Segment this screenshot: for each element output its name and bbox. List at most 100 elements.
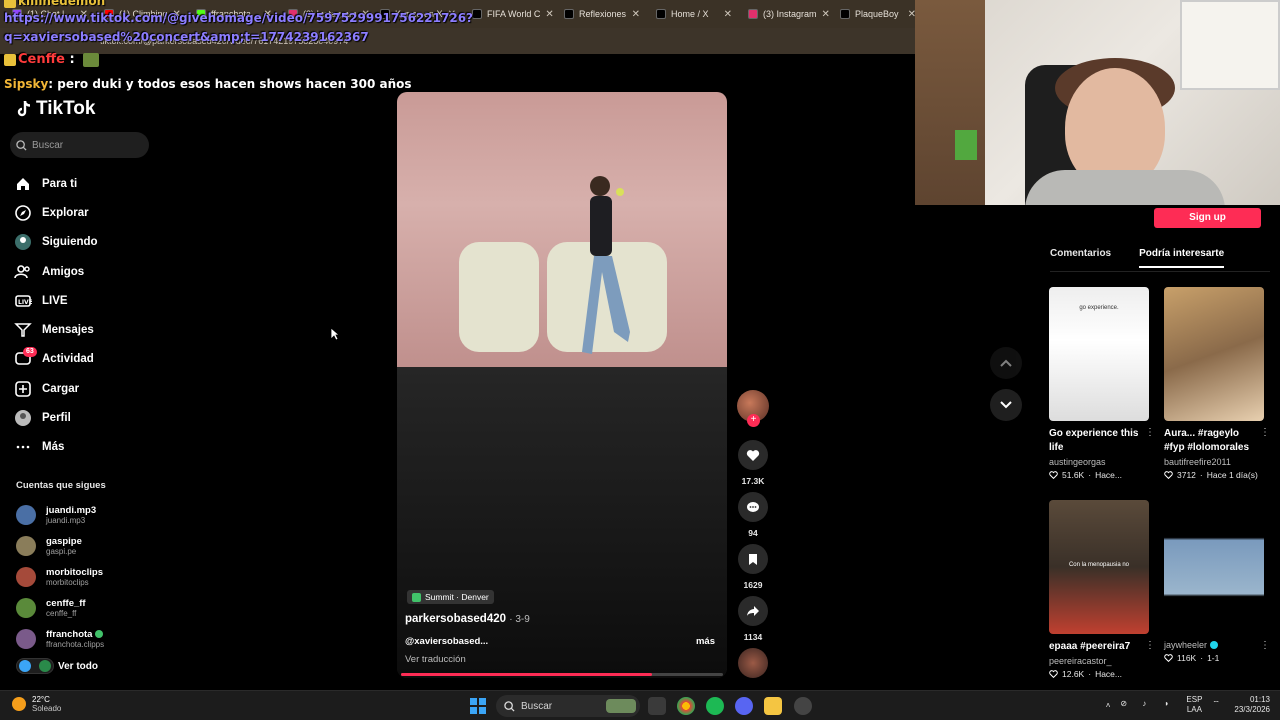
tab-label: PlaqueBoy xyxy=(855,9,899,19)
nav-item-amigos[interactable]: Amigos xyxy=(14,257,98,286)
close-icon[interactable]: ✕ xyxy=(632,9,640,20)
video-progress-bar[interactable] xyxy=(401,673,723,676)
nav-item-más[interactable]: Más xyxy=(14,433,98,462)
browser-tab[interactable]: (3) Instagram ✕ xyxy=(740,1,832,27)
following-account[interactable]: gaspipe gaspi.pe xyxy=(16,531,104,562)
location-tag[interactable]: Summit · Denver xyxy=(407,590,494,604)
browser-tab[interactable]: (1) Chat | ... ✕ xyxy=(4,1,96,27)
chevron-up-icon[interactable]: ˄ xyxy=(1106,701,1111,710)
video-author[interactable]: parkersobased420 · 3-9 xyxy=(405,613,530,625)
nav-item-actividad[interactable]: Actividad 63 xyxy=(14,345,98,374)
language-indicator[interactable]: ESP LAA xyxy=(1186,695,1202,715)
sun-icon xyxy=(12,697,26,711)
taskbar-search[interactable]: Buscar xyxy=(496,695,640,717)
save-action[interactable]: 1629 xyxy=(737,544,769,590)
nav-item-explorar[interactable]: Explorar xyxy=(14,198,98,227)
close-icon[interactable]: ✕ xyxy=(724,9,732,20)
following-account[interactable]: morbitoclips morbitoclips xyxy=(16,562,104,593)
music-disc[interactable] xyxy=(737,648,769,678)
share-icon xyxy=(747,606,759,616)
nav-item-para-ti[interactable]: Para ti xyxy=(14,169,98,198)
spotify-icon[interactable] xyxy=(706,697,724,715)
more-options-icon[interactable]: ⋮ xyxy=(1260,427,1270,438)
nav-item-live[interactable]: LIVE LIVE xyxy=(14,286,98,315)
nav-item-mensajes[interactable]: Mensajes xyxy=(14,315,98,344)
card-time: 1-1 xyxy=(1207,653,1220,663)
suggested-video-card[interactable]: Con la menopausia no epaaa #peereira7 ⋮ … xyxy=(1049,500,1155,679)
close-icon[interactable]: ✕ xyxy=(822,9,830,20)
clock[interactable]: 01:13 23/3/2026 xyxy=(1234,695,1270,715)
suggested-video-card[interactable]: go experience. Go experience this life ⋮… xyxy=(1049,287,1155,480)
like-action[interactable]: 17.3K xyxy=(737,440,769,486)
nav-label: Actividad xyxy=(42,353,94,366)
browser-tab[interactable]: (1) Climbing ✕ xyxy=(96,1,188,27)
tab-label: Home / X xyxy=(671,9,709,19)
task-view-icon[interactable] xyxy=(648,697,666,715)
see-all-label: Ver todo xyxy=(58,660,99,672)
location-text: Summit · Denver xyxy=(425,592,489,602)
following-account[interactable]: ffranchota ffranchota.clipps xyxy=(16,623,104,654)
close-icon[interactable]: ✕ xyxy=(80,9,88,20)
next-video-button[interactable] xyxy=(990,389,1022,421)
share-action[interactable]: 1134 xyxy=(737,596,769,642)
browser-tab[interactable]: FIFA World C ✕ xyxy=(464,1,556,27)
nav-item-siguiendo[interactable]: Siguiendo xyxy=(14,228,98,257)
tab-suggestions[interactable]: Podría interesarte xyxy=(1139,248,1225,268)
chrome-icon[interactable] xyxy=(677,697,695,715)
suggested-video-card[interactable]: ⋮ jaywheeler 116K · 1-1 xyxy=(1164,500,1270,663)
right-tabs: Comentarios Podría interesarte xyxy=(1050,248,1270,268)
mic-icon[interactable]: ♪ xyxy=(1142,699,1154,711)
clock-date: 23/3/2026 xyxy=(1234,705,1270,714)
app-icon[interactable] xyxy=(794,697,812,715)
translate-link[interactable]: Ver traducción xyxy=(405,654,466,665)
tab-favicon-icon xyxy=(196,9,206,19)
more-options-icon[interactable]: ⋮ xyxy=(1260,640,1270,651)
file-explorer-icon[interactable] xyxy=(764,697,782,715)
close-icon[interactable]: ✕ xyxy=(545,9,553,20)
browser-tab[interactable]: PlaqueBoy ✕ xyxy=(832,1,924,27)
close-icon[interactable]: ✕ xyxy=(362,9,370,20)
more-options-icon[interactable]: ⋮ xyxy=(1145,640,1155,651)
follow-plus-icon[interactable]: + xyxy=(747,414,760,427)
nav-item-cargar[interactable]: Cargar xyxy=(14,374,98,403)
close-icon[interactable]: ✕ xyxy=(264,9,272,20)
search-input[interactable]: Buscar xyxy=(10,132,149,158)
following-account[interactable]: cenffe_ff cenffe_ff xyxy=(16,592,104,623)
comment-icon xyxy=(747,501,759,512)
browser-tab[interactable]: Home / X ✕ xyxy=(648,1,740,27)
network-icon[interactable]: ⊘ xyxy=(1120,699,1132,711)
browser-tab[interactable]: Reflexiones ✕ xyxy=(556,1,648,27)
following-account[interactable]: juandi.mp3 juandi.mp3 xyxy=(16,500,104,531)
tab-comments[interactable]: Comentarios xyxy=(1050,248,1111,268)
suggested-video-card[interactable]: Aura... #rageylo #fyp #lolomorales ⋮ bau… xyxy=(1164,287,1270,480)
tiktok-logo[interactable]: TikTok xyxy=(16,98,95,120)
tab-label: (1) Chat | ... xyxy=(27,9,75,19)
more-link[interactable]: más xyxy=(696,636,715,647)
backdrop-graphic xyxy=(459,242,539,352)
signup-button[interactable]: Sign up xyxy=(1154,208,1261,228)
browser-tab[interactable]: Kurrco on X ✕ xyxy=(372,1,464,27)
see-all-link[interactable]: Ver todo xyxy=(16,658,98,674)
following-list: juandi.mp3 juandi.mp3 gaspipe gaspi.pe morbi… xyxy=(16,500,104,654)
heart-outline-icon xyxy=(1164,471,1173,479)
browser-tab[interactable]: ffranchota ✕ xyxy=(188,1,280,27)
card-likes: 51.6K xyxy=(1062,470,1085,480)
previous-video-button[interactable] xyxy=(990,347,1022,379)
wifi-icon[interactable]: ⌔ xyxy=(1212,699,1224,711)
close-icon[interactable]: ✕ xyxy=(173,9,181,20)
volume-icon[interactable]: ◗ xyxy=(1164,699,1176,711)
close-icon[interactable]: ✕ xyxy=(448,9,456,20)
nav-item-perfil[interactable]: Perfil xyxy=(14,403,98,432)
video-player[interactable]: Summit · Denver parkersobased420 · 3-9 @… xyxy=(397,92,727,678)
tiktok-sidebar: TikTok Buscar Para ti Explorar Siguiendo Am… xyxy=(0,96,165,690)
nav-label: Mensajes xyxy=(42,324,94,337)
comment-action[interactable]: 94 xyxy=(737,492,769,538)
address-bar[interactable]: tiktok.com/@parkersobased420/video/76174… xyxy=(0,28,915,54)
start-button[interactable] xyxy=(470,698,486,714)
weather-widget[interactable]: 22°C Soleado xyxy=(12,695,61,713)
browser-tab[interactable]: (3) Instagram ✕ xyxy=(280,1,372,27)
more-options-icon[interactable]: ⋮ xyxy=(1145,427,1155,438)
discord-icon[interactable] xyxy=(735,697,753,715)
nav-label: Siguiendo xyxy=(42,236,98,249)
creator-avatar[interactable]: + xyxy=(737,390,769,427)
